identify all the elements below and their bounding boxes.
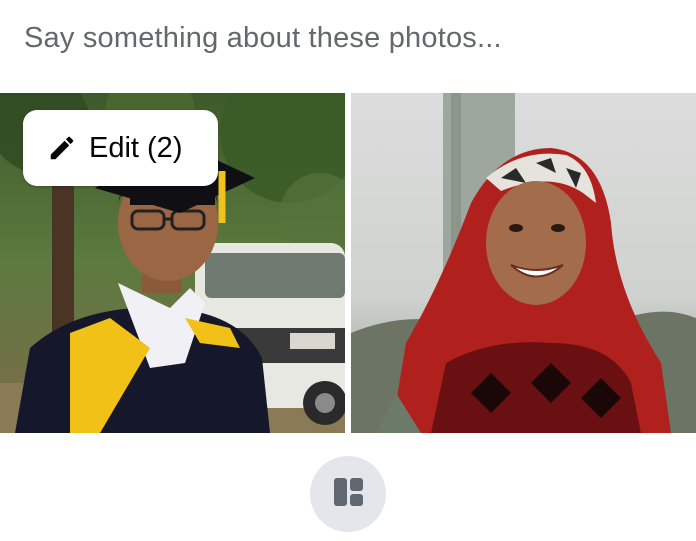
photo-2[interactable] <box>351 93 696 433</box>
photo-woman-image <box>351 93 696 433</box>
change-layout-button[interactable] <box>310 456 386 532</box>
photo-composer: Say something about these photos... Edit… <box>0 0 696 541</box>
edit-button-label: Edit (2) <box>89 131 183 164</box>
layout-grid-icon <box>330 474 366 515</box>
pencil-icon <box>47 133 77 163</box>
edit-photos-button[interactable]: Edit (2) <box>23 110 218 186</box>
caption-input[interactable]: Say something about these photos... <box>24 22 502 55</box>
